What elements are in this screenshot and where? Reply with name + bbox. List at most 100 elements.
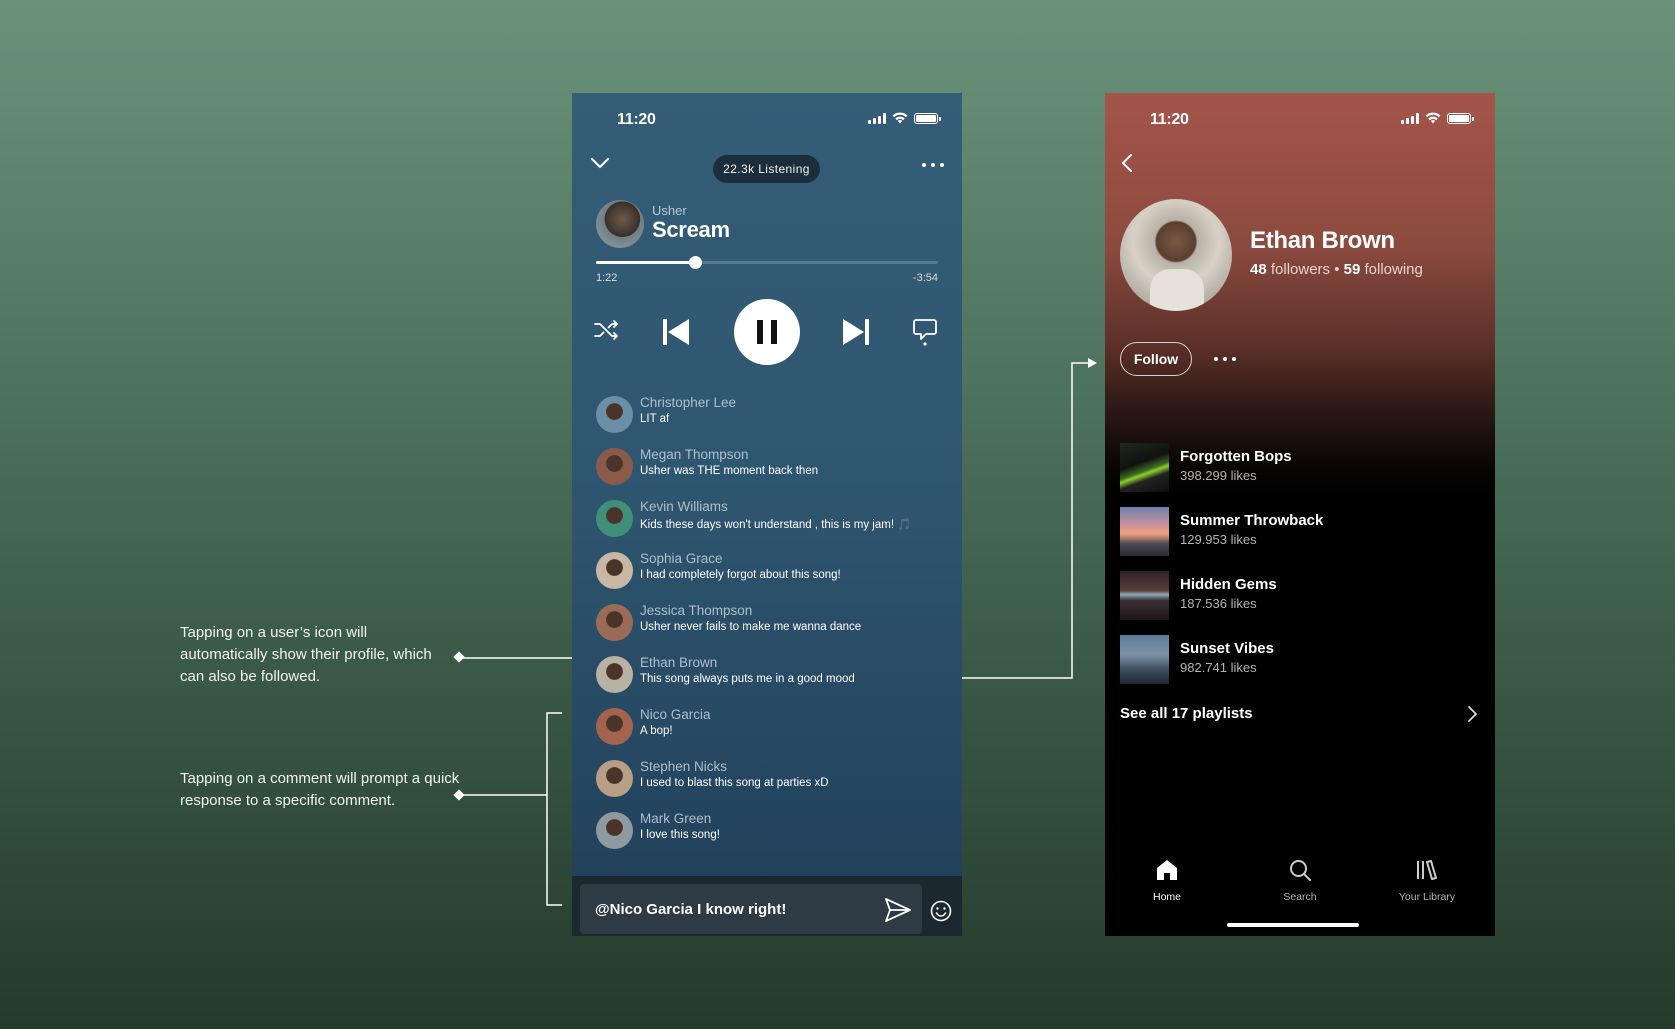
song-title: Scream (652, 217, 730, 242)
time-remaining: -3:54 (912, 272, 938, 284)
followers-label[interactable]: followers (1271, 261, 1330, 278)
shuffle-icon[interactable] (594, 318, 620, 342)
progress-fill (596, 261, 696, 264)
home-icon (1157, 860, 1177, 880)
comments-icon[interactable] (912, 317, 938, 347)
profile-avatar (1120, 199, 1232, 311)
time-elapsed: 1:22 (596, 272, 618, 284)
battery-icon (1447, 112, 1474, 124)
wifi-icon (892, 112, 908, 124)
commenter-name[interactable]: Megan Thompson (640, 447, 749, 462)
commenter-avatar[interactable] (596, 396, 633, 433)
playlist-item[interactable]: Summer Throwback 129.953 likes (1120, 507, 1480, 571)
see-all-playlists-link[interactable]: See all 17 playlists (1120, 705, 1253, 722)
comment-input[interactable] (580, 884, 922, 934)
status-bar: 11:20 (572, 93, 962, 143)
playlist-cover (1120, 507, 1169, 556)
comment-text[interactable]: Usher was THE moment back then (640, 465, 818, 477)
tab-library[interactable]: Your Library (1377, 858, 1477, 903)
comment-item[interactable]: Megan Thompson Usher was THE moment back … (596, 445, 946, 497)
commenter-avatar[interactable] (596, 656, 633, 693)
comment-item[interactable]: Stephen Nicks I used to blast this song a… (596, 757, 946, 809)
commenter-avatar[interactable] (596, 500, 633, 537)
commenter-name[interactable]: Kevin Williams (640, 499, 728, 514)
library-icon (1417, 860, 1437, 880)
playlist-item[interactable]: Forgotten Bops 398.299 likes (1120, 443, 1480, 507)
chevron-right-icon[interactable] (1467, 705, 1477, 723)
comment-item[interactable]: Mark Green I love this song! (596, 809, 946, 861)
comment-text[interactable]: LIT af (640, 413, 669, 425)
send-icon[interactable] (885, 898, 911, 922)
comment-text[interactable]: Usher never fails to make me wanna dance (640, 621, 861, 633)
artist-name[interactable]: Usher (652, 203, 687, 218)
listening-count-badge: 22.3k Listening (713, 155, 820, 183)
comment-annotation: Tapping on a comment will prompt a quick… (180, 770, 460, 809)
user-profile-screen: 11:20 Ethan Brown 48 followers • 59 foll… (1105, 93, 1495, 936)
playlist-likes: 187.536 likes (1180, 596, 1257, 611)
playlist-cover (1120, 571, 1169, 620)
commenter-name[interactable]: Mark Green (640, 811, 711, 826)
comment-item[interactable]: Kevin Williams Kids these days won't unde… (596, 497, 946, 549)
following-count: 59 (1343, 261, 1361, 278)
playlist-item[interactable]: Sunset Vibes 982.741 likes (1120, 635, 1480, 699)
signal-icon (868, 112, 886, 124)
previous-track-icon[interactable] (662, 318, 690, 346)
commenter-avatar[interactable] (596, 604, 633, 641)
profile-name: Ethan Brown (1250, 227, 1395, 254)
commenter-name[interactable]: Sophia Grace (640, 551, 723, 566)
followers-count: 48 (1250, 261, 1267, 278)
more-options-icon[interactable] (922, 163, 944, 167)
tab-library-label: Your Library (1398, 891, 1456, 903)
stats-separator: • (1334, 261, 1344, 278)
comment-text[interactable]: Kids these days won't understand , this … (640, 517, 912, 531)
progress-handle[interactable] (689, 256, 703, 269)
wifi-icon (1425, 112, 1441, 124)
tab-search[interactable]: Search (1250, 858, 1350, 903)
now-playing-screen: 11:20 22.3k Listening Usher Scream 1:22 … (572, 93, 962, 936)
commenter-name[interactable]: Jessica Thompson (640, 603, 752, 618)
playlist-likes: 398.299 likes (1180, 468, 1257, 483)
emoji-icon[interactable] (930, 900, 952, 922)
comment-item[interactable]: Ethan Brown This song always puts me in a… (596, 653, 946, 705)
commenter-avatar[interactable] (596, 552, 633, 589)
next-track-icon[interactable] (842, 318, 870, 346)
comment-text[interactable]: A bop! (640, 725, 673, 737)
playlist-cover (1120, 635, 1169, 684)
playlist-name: Summer Throwback (1180, 512, 1324, 529)
tab-home-label: Home (1152, 891, 1181, 903)
comment-text[interactable]: I used to blast this song at parties xD (640, 777, 829, 789)
commenter-name[interactable]: Nico Garcia (640, 707, 711, 722)
comment-text[interactable]: I had completely forgot about this song! (640, 569, 841, 581)
commenter-avatar[interactable] (596, 812, 633, 849)
progress-bar[interactable] (596, 256, 938, 269)
status-time: 11:20 (1150, 111, 1189, 128)
playlist-list: Forgotten Bops 398.299 likes Summer Thro… (1120, 443, 1480, 699)
commenter-avatar[interactable] (596, 708, 633, 745)
chevron-down-icon[interactable] (590, 157, 610, 169)
playlist-likes: 982.741 likes (1180, 660, 1257, 675)
comment-item[interactable]: Jessica Thompson Usher never fails to mak… (596, 601, 946, 653)
comment-item[interactable]: Nico Garcia A bop! (596, 705, 946, 757)
commenter-name[interactable]: Christopher Lee (640, 395, 736, 410)
pause-button[interactable] (734, 299, 800, 365)
playlist-name: Forgotten Bops (1180, 448, 1292, 465)
comment-item[interactable]: Christopher Lee LIT af (596, 393, 946, 445)
artist-avatar[interactable] (596, 200, 644, 248)
following-label[interactable]: following (1365, 261, 1423, 278)
comment-item[interactable]: Sophia Grace I had completely forgot abou… (596, 549, 946, 601)
more-options-icon[interactable] (1214, 357, 1236, 361)
comment-text[interactable]: I love this song! (640, 829, 720, 841)
profile-stats: 48 followers • 59 following (1250, 261, 1423, 278)
back-arrow-icon[interactable] (1121, 153, 1133, 173)
comment-text[interactable]: This song always puts me in a good mood (640, 673, 855, 685)
commenter-avatar[interactable] (596, 448, 633, 485)
playlist-item[interactable]: Hidden Gems 187.536 likes (1120, 571, 1480, 635)
commenter-avatar[interactable] (596, 760, 633, 797)
comment-composer (572, 876, 962, 936)
commenter-name[interactable]: Stephen Nicks (640, 759, 727, 774)
bottom-tab-bar: Home Search Your Library (1105, 858, 1495, 918)
follow-button[interactable]: Follow (1120, 342, 1192, 376)
playlist-likes: 129.953 likes (1180, 532, 1257, 547)
tab-home[interactable]: Home (1117, 858, 1217, 903)
commenter-name[interactable]: Ethan Brown (640, 655, 717, 670)
